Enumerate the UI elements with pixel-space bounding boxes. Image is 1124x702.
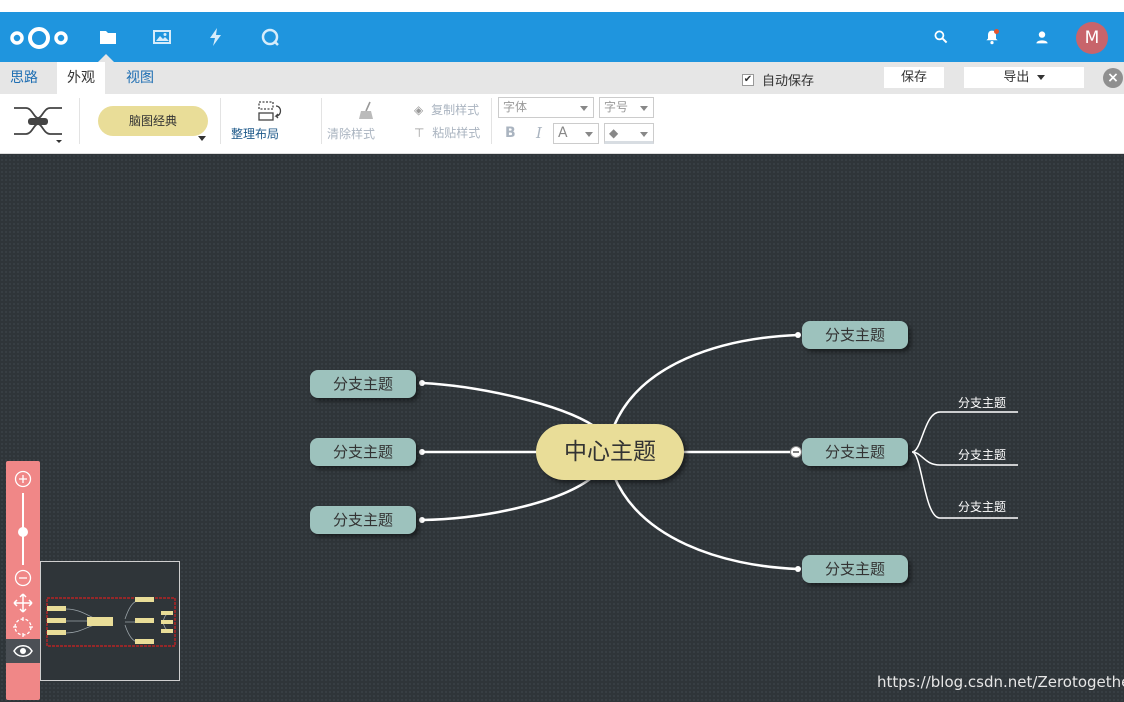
nextcloud-logo[interactable] [8, 26, 70, 50]
autosave-toggle[interactable]: ✔ 自动保存 [742, 70, 814, 89]
minimap[interactable] [40, 561, 180, 681]
minimap-preview [46, 597, 176, 647]
palette-icon: ◈ [414, 103, 424, 117]
watermark-url: https://blog.csdn.net/Zerotogether [877, 673, 1124, 691]
sub-branch-node-2[interactable]: 分支主题 [958, 446, 1006, 463]
contacts-icon[interactable] [1032, 27, 1052, 47]
branch-node-right-1[interactable]: 分支主题 [802, 321, 908, 349]
export-button[interactable]: 导出 [964, 67, 1084, 88]
branch-node-left-3[interactable]: 分支主题 [310, 506, 416, 534]
top-strip [0, 0, 1124, 12]
arrange-layout-button[interactable]: 整理布局 [231, 125, 279, 142]
branch-node-right-3[interactable]: 分支主题 [802, 555, 908, 583]
font-color-label: A [558, 125, 568, 141]
zoom-panel [6, 461, 40, 700]
toolbar-divider [321, 98, 322, 144]
branch-node-right-2[interactable]: 分支主题 [802, 438, 908, 466]
save-button[interactable]: 保存 [884, 67, 944, 88]
bell-icon[interactable] [982, 27, 1002, 47]
user-avatar[interactable]: M [1076, 22, 1108, 54]
caret-down-icon [640, 106, 648, 111]
theme-selector[interactable]: 脑图经典 [98, 106, 208, 136]
paste-style-label: 粘贴样式 [432, 126, 481, 140]
theme-caret-icon[interactable] [198, 136, 206, 141]
font-size-value: 字号 [604, 100, 629, 114]
toolbar-divider [491, 98, 492, 144]
app-header: M [0, 12, 1124, 62]
font-color-select[interactable]: A [553, 123, 599, 144]
close-icon[interactable]: × [1103, 68, 1123, 88]
font-family-value: 字体 [503, 100, 528, 114]
caret-down-icon [640, 132, 648, 137]
talk-icon[interactable] [257, 24, 283, 50]
zoom-in-icon[interactable] [13, 469, 33, 489]
lightning-icon[interactable] [203, 24, 229, 50]
folder-icon[interactable] [95, 24, 121, 50]
move-icon[interactable] [13, 593, 33, 613]
italic-button[interactable]: I [536, 124, 542, 142]
center-topic-node[interactable]: 中心主题 [536, 424, 684, 480]
background-color-select[interactable]: ◆ [604, 123, 654, 144]
font-family-select[interactable]: 字体 [498, 97, 594, 118]
sub-branch-node-1[interactable]: 分支主题 [958, 394, 1006, 411]
search-icon[interactable] [931, 27, 951, 47]
copy-style-label: 复制样式 [431, 103, 480, 117]
zoom-slider-handle[interactable] [18, 527, 28, 537]
copy-style-button[interactable]: ◈ 复制样式 [414, 101, 479, 118]
brush-icon: ⊤ [414, 126, 425, 140]
toolbar-divider [79, 98, 80, 144]
sub-branch-node-3[interactable]: 分支主题 [958, 498, 1006, 515]
tab-view[interactable]: 视图 [116, 62, 164, 94]
paste-style-button[interactable]: ⊤ 粘贴样式 [414, 124, 480, 141]
locate-icon[interactable] [13, 617, 33, 637]
caret-down-icon [585, 132, 593, 137]
zoom-out-icon[interactable] [13, 568, 33, 588]
font-size-select[interactable]: 字号 [599, 97, 654, 118]
bold-button[interactable]: B [505, 125, 516, 141]
format-toolbar: 脑图经典 整理布局 清除样式 ◈ 复制样式 ⊤ 粘贴样式 字体 字号 B I A… [0, 94, 1124, 154]
clear-style-button[interactable]: 清除样式 [327, 125, 375, 142]
toolbar-divider [220, 98, 221, 144]
menu-tab-row: 思路 外观 视图 ✔ 自动保存 保存 导出 × [0, 62, 1124, 94]
caret-down-icon [1036, 75, 1045, 80]
caret-down-icon [580, 106, 588, 111]
template-structure-icon[interactable] [10, 100, 66, 146]
autosave-label: 自动保存 [762, 74, 815, 89]
autosave-checkbox[interactable]: ✔ [742, 73, 754, 86]
tab-appearance[interactable]: 外观 [57, 62, 105, 94]
notification-dot [994, 29, 999, 34]
tab-idea[interactable]: 思路 [0, 62, 48, 94]
eye-icon[interactable] [6, 639, 40, 663]
paint-bucket-icon: ◆ [609, 126, 619, 140]
broom-icon [359, 101, 373, 119]
image-icon[interactable] [149, 24, 175, 50]
active-app-indicator [98, 54, 114, 62]
branch-node-left-1[interactable]: 分支主题 [310, 370, 416, 398]
branch-node-left-2[interactable]: 分支主题 [310, 438, 416, 466]
export-label: 导出 [1003, 70, 1030, 85]
arrange-layout-icon[interactable] [256, 100, 284, 122]
